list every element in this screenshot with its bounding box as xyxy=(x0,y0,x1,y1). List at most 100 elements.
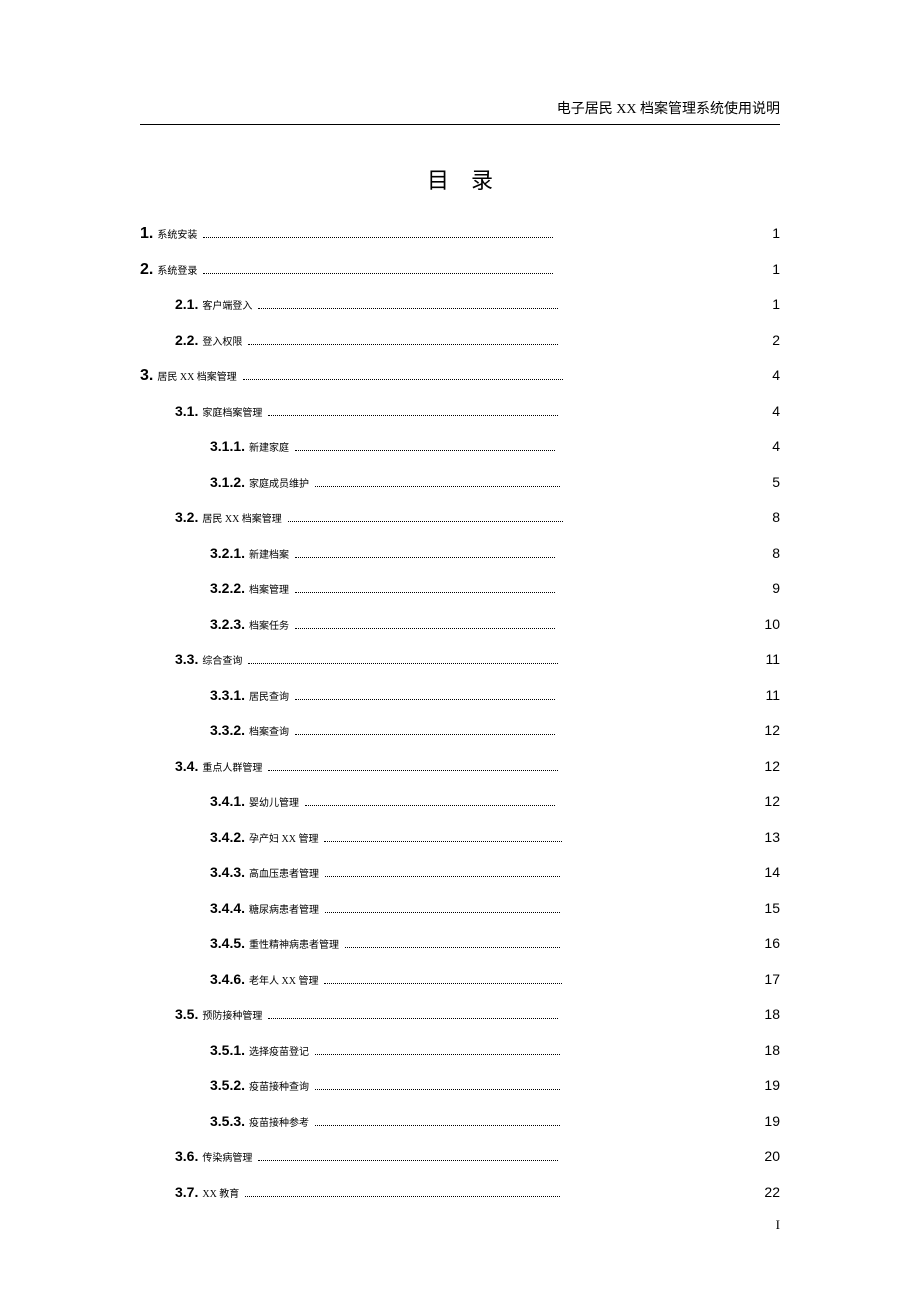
toc-label: 疫苗接种查询 xyxy=(249,1078,309,1093)
toc-label: 系统登录 xyxy=(157,262,197,277)
toc-page-number: 11 xyxy=(760,651,780,667)
toc-row: 3.3.1.居民查询11 xyxy=(140,687,780,723)
running-head: 电子居民 XX 档案管理系统使用说明 xyxy=(140,98,780,125)
toc-page-number: 13 xyxy=(760,829,780,845)
toc-page-number: 12 xyxy=(760,793,780,809)
toc-leader xyxy=(295,616,555,629)
toc-page-number: 18 xyxy=(760,1042,780,1058)
toc-leader xyxy=(258,1148,558,1161)
toc-leader xyxy=(305,793,555,806)
toc-page-number: 11 xyxy=(760,687,780,703)
toc-label: 家庭档案管理 xyxy=(202,404,262,419)
toc-number: 2.1. xyxy=(175,296,198,312)
toc-number: 3.3.2. xyxy=(210,722,245,738)
toc-number: 3.5. xyxy=(175,1006,198,1022)
toc-label: 疫苗接种参考 xyxy=(249,1114,309,1129)
toc-leader xyxy=(258,296,558,309)
toc-leader xyxy=(325,900,560,913)
toc-leader xyxy=(288,509,563,522)
toc-label: 重点人群管理 xyxy=(202,759,262,774)
toc-row: 3.5. 预防接种管理 18 xyxy=(140,1006,780,1042)
toc-leader xyxy=(295,580,555,593)
toc-number: 3.4.3. xyxy=(210,864,245,880)
toc-page-number: 12 xyxy=(760,722,780,738)
toc-label: 档案任务 xyxy=(249,617,289,632)
toc-row: 3.4.5.重性精神病患者管理16 xyxy=(140,935,780,971)
toc-row: 3.1.2.家庭成员维护5 xyxy=(140,474,780,510)
toc-label: 家庭成员维护 xyxy=(249,475,309,490)
toc-leader xyxy=(315,474,560,487)
toc-leader xyxy=(295,545,555,558)
toc-number: 3.3. xyxy=(175,651,198,667)
toc-row: 3.4.2.孕产妇 XX 管理13 xyxy=(140,829,780,865)
toc-row: 3.4.6.老年人 XX 管理17 xyxy=(140,971,780,1007)
toc-page-number: 19 xyxy=(760,1113,780,1129)
toc-leader xyxy=(315,1113,560,1126)
toc-row: 3.7.XX 教育22 xyxy=(140,1184,780,1220)
toc-row: 3.1.家庭档案管理4 xyxy=(140,403,780,439)
toc-leader xyxy=(268,758,558,771)
toc-row: 3.4.4.糖尿病患者管理15 xyxy=(140,900,780,936)
toc-row: 3.2.3. 档案任务 10 xyxy=(140,616,780,652)
toc-leader xyxy=(324,971,562,984)
toc-leader xyxy=(295,687,555,700)
toc-leader xyxy=(268,403,558,416)
toc-page-number: 4 xyxy=(760,438,780,454)
toc-number: 3.5.1. xyxy=(210,1042,245,1058)
toc-leader xyxy=(315,1042,560,1055)
toc-number: 3.2.2. xyxy=(210,580,245,596)
toc-number: 3.5.2. xyxy=(210,1077,245,1093)
toc-number: 2.2. xyxy=(175,332,198,348)
toc-label: 预防接种管理 xyxy=(202,1007,262,1022)
toc-label: 登入权限 xyxy=(202,333,242,348)
toc-page-number: 5 xyxy=(760,474,780,490)
toc-row: 2.2.登入权限2 xyxy=(140,332,780,368)
toc-leader xyxy=(315,1077,560,1090)
toc-label: 糖尿病患者管理 xyxy=(249,901,319,916)
toc-number: 3.1.1. xyxy=(210,438,245,454)
toc-label: 新建档案 xyxy=(249,546,289,561)
toc-row: 3.2.2.档案管理9 xyxy=(140,580,780,616)
toc-label: 居民 XX 档案管理 xyxy=(202,510,281,525)
toc-label: 居民 XX 档案管理 xyxy=(157,368,236,383)
toc-label: 老年人 XX 管理 xyxy=(249,972,318,987)
toc-label: 综合查询 xyxy=(202,652,242,667)
toc-page-number: 14 xyxy=(760,864,780,880)
toc-leader xyxy=(324,829,562,842)
toc-page-number: 4 xyxy=(760,403,780,419)
toc-number: 3.3.1. xyxy=(210,687,245,703)
toc-leader xyxy=(325,864,560,877)
toc-leader xyxy=(248,651,558,664)
toc-row: 3.1.1. 新建家庭 4 xyxy=(140,438,780,474)
toc-label: 系统安装 xyxy=(157,226,197,241)
toc-number: 3.7. xyxy=(175,1184,198,1200)
toc-number: 3. xyxy=(140,367,153,385)
toc-page-number: 15 xyxy=(760,900,780,916)
toc-leader xyxy=(243,367,563,380)
toc-row: 3.5.1. 选择疫苗登记 18 xyxy=(140,1042,780,1078)
toc-label: 高血压患者管理 xyxy=(249,865,319,880)
toc-page-number: 1 xyxy=(760,225,780,241)
toc-leader xyxy=(295,438,555,451)
toc-label: 传染病管理 xyxy=(202,1149,252,1164)
toc-row: 3.5.2.疫苗接种查询19 xyxy=(140,1077,780,1113)
toc-label: 选择疫苗登记 xyxy=(249,1043,309,1058)
toc-label: 孕产妇 XX 管理 xyxy=(249,830,318,845)
toc-row: 3.2.1.新建档案8 xyxy=(140,545,780,581)
toc-row: 3.4.3. 高血压患者管理 14 xyxy=(140,864,780,900)
toc-number: 3.2.3. xyxy=(210,616,245,632)
toc-number: 3.2. xyxy=(175,509,198,525)
toc-label: 婴幼儿管理 xyxy=(249,794,299,809)
toc-number: 3.4.5. xyxy=(210,935,245,951)
toc-title: 目录 xyxy=(140,163,780,195)
toc-number: 3.4.1. xyxy=(210,793,245,809)
toc-page-number: 10 xyxy=(760,616,780,632)
toc-leader xyxy=(345,935,560,948)
toc-row: 2.系统登录1 xyxy=(140,261,780,297)
toc-label: 新建家庭 xyxy=(249,439,289,454)
toc-row: 3.6.传染病管理20 xyxy=(140,1148,780,1184)
toc-row: 1.系统安装1 xyxy=(140,225,780,261)
toc-page-number: 1 xyxy=(760,296,780,312)
toc-page-number: 18 xyxy=(760,1006,780,1022)
toc-number: 2. xyxy=(140,261,153,279)
